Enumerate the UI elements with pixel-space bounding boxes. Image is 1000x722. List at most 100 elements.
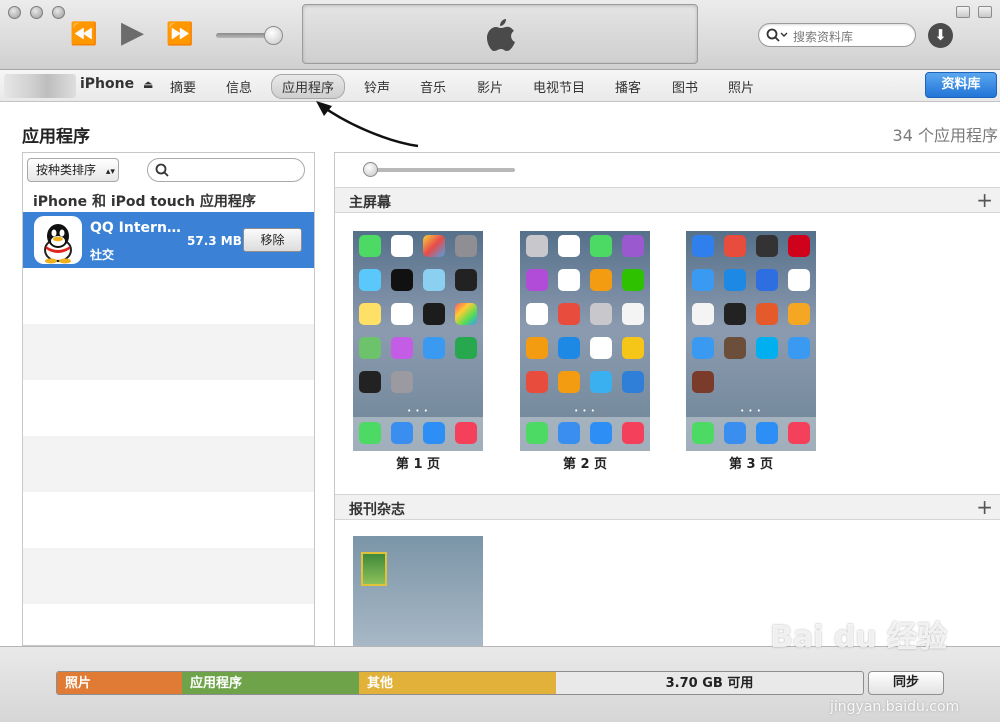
app-icon[interactable]	[622, 337, 644, 359]
calendar-icon[interactable]	[391, 235, 413, 257]
rewind-icon[interactable]: ⏪	[70, 24, 97, 46]
pages-icon[interactable]	[788, 303, 810, 325]
clock-icon[interactable]	[391, 269, 413, 291]
library-button[interactable]: 资料库	[925, 72, 997, 98]
zoom-slider[interactable]	[365, 168, 515, 172]
qq-icon[interactable]	[526, 303, 548, 325]
app-icon[interactable]	[756, 303, 778, 325]
sync-button[interactable]: 同步	[868, 671, 944, 695]
bug-reporter-icon[interactable]	[526, 269, 548, 291]
notes-icon[interactable]	[359, 303, 381, 325]
volume-knob[interactable]	[264, 26, 283, 45]
safari-icon[interactable]	[756, 422, 778, 444]
app-icon[interactable]	[724, 235, 746, 257]
folder-icon[interactable]	[590, 303, 612, 325]
wifi-icon[interactable]	[558, 337, 580, 359]
safari-icon[interactable]	[423, 422, 445, 444]
home-screen-page[interactable]: • • •	[353, 231, 483, 451]
weather-icon[interactable]	[359, 269, 381, 291]
app-icon[interactable]	[622, 371, 644, 393]
safari-icon[interactable]	[590, 422, 612, 444]
folder-icon[interactable]	[526, 235, 548, 257]
settings-icon[interactable]	[391, 371, 413, 393]
game-center-icon[interactable]	[455, 303, 477, 325]
letterpress-icon[interactable]	[558, 303, 580, 325]
home-screen-page[interactable]: • • •	[520, 231, 650, 451]
magazine-cover[interactable]	[361, 552, 387, 586]
tab-movies[interactable]: 影片	[477, 77, 503, 96]
tab-summary[interactable]: 摘要	[170, 77, 196, 96]
voice-memos-icon[interactable]	[558, 235, 580, 257]
qq-browser-icon[interactable]	[590, 371, 612, 393]
tab-info[interactable]: 信息	[226, 77, 252, 96]
tab-music[interactable]: 音乐	[420, 77, 446, 96]
messages-icon[interactable]	[359, 235, 381, 257]
app-icon[interactable]	[756, 235, 778, 257]
app-store-icon[interactable]	[423, 337, 445, 359]
wechat-icon[interactable]	[622, 269, 644, 291]
qq-icon[interactable]	[788, 269, 810, 291]
mini-player-button[interactable]	[956, 6, 970, 18]
reminders-icon[interactable]	[391, 303, 413, 325]
zoom-window-button[interactable]	[52, 6, 65, 19]
mail-icon[interactable]	[558, 422, 580, 444]
add-newsstand-page-button[interactable]: +	[976, 495, 993, 519]
tab-books[interactable]: 图书	[672, 77, 698, 96]
jd-icon[interactable]	[788, 235, 810, 257]
newsstand-icon[interactable]	[359, 337, 381, 359]
tab-photos[interactable]: 照片	[728, 77, 754, 96]
tieba-icon[interactable]	[756, 269, 778, 291]
sort-dropdown[interactable]: 按种类排序 ▴▾	[27, 158, 119, 182]
music-icon[interactable]	[455, 422, 477, 444]
play-icon[interactable]: ▶	[121, 18, 144, 48]
facetime-icon[interactable]	[590, 235, 612, 257]
home-screen-page[interactable]: • • •	[686, 231, 816, 451]
itunes-store-icon[interactable]	[391, 337, 413, 359]
tab-apps[interactable]: 应用程序	[271, 74, 346, 99]
camera-icon[interactable]	[455, 235, 477, 257]
minimize-window-button[interactable]	[30, 6, 43, 19]
podcasts-icon[interactable]	[622, 235, 644, 257]
music-icon[interactable]	[788, 422, 810, 444]
sleep-cycle-icon[interactable]	[526, 337, 548, 359]
fullscreen-button[interactable]	[978, 6, 992, 18]
app-icon[interactable]	[724, 269, 746, 291]
download-icon[interactable]: ⬇	[928, 23, 953, 48]
app-search-field[interactable]	[147, 158, 305, 182]
app-icon[interactable]	[622, 303, 644, 325]
zoom-slider-knob[interactable]	[363, 162, 378, 177]
phone-icon[interactable]	[526, 422, 548, 444]
app-icon[interactable]	[788, 337, 810, 359]
timberman-icon[interactable]	[692, 371, 714, 393]
itools-icon[interactable]	[692, 235, 714, 257]
music-icon[interactable]	[622, 422, 644, 444]
tab-podcasts[interactable]: 播客	[615, 77, 641, 96]
app-icon[interactable]	[692, 303, 714, 325]
talkie-icon[interactable]	[724, 303, 746, 325]
phone-icon[interactable]	[359, 422, 381, 444]
baidu-icon[interactable]	[692, 337, 714, 359]
fast-forward-icon[interactable]: ⏩	[166, 24, 193, 46]
stocks-icon[interactable]	[423, 303, 445, 325]
close-window-button[interactable]	[8, 6, 21, 19]
app-row-selected[interactable]: QQ Intern… 社交 57.3 MB 移除	[23, 212, 314, 268]
health-icon[interactable]	[558, 269, 580, 291]
passbook-icon[interactable]	[455, 337, 477, 359]
ibooks-icon[interactable]	[590, 269, 612, 291]
add-home-page-button[interactable]: +	[976, 188, 993, 212]
maps-icon[interactable]	[423, 269, 445, 291]
newsstand-page[interactable]	[353, 536, 483, 646]
mail-icon[interactable]	[724, 422, 746, 444]
phone-icon[interactable]	[692, 422, 714, 444]
instagram-icon[interactable]	[724, 337, 746, 359]
compass-icon[interactable]	[359, 371, 381, 393]
remove-button[interactable]: 移除	[243, 228, 302, 252]
app-icon[interactable]	[526, 371, 548, 393]
tab-tv-shows[interactable]: 电视节目	[533, 77, 585, 96]
videos-icon[interactable]	[455, 269, 477, 291]
eject-icon[interactable]: ⏏	[143, 78, 153, 91]
skype-icon[interactable]	[756, 337, 778, 359]
device-name[interactable]: iPhone ⏏	[80, 76, 153, 92]
mail-icon[interactable]	[391, 422, 413, 444]
uc-browser-icon[interactable]	[558, 371, 580, 393]
